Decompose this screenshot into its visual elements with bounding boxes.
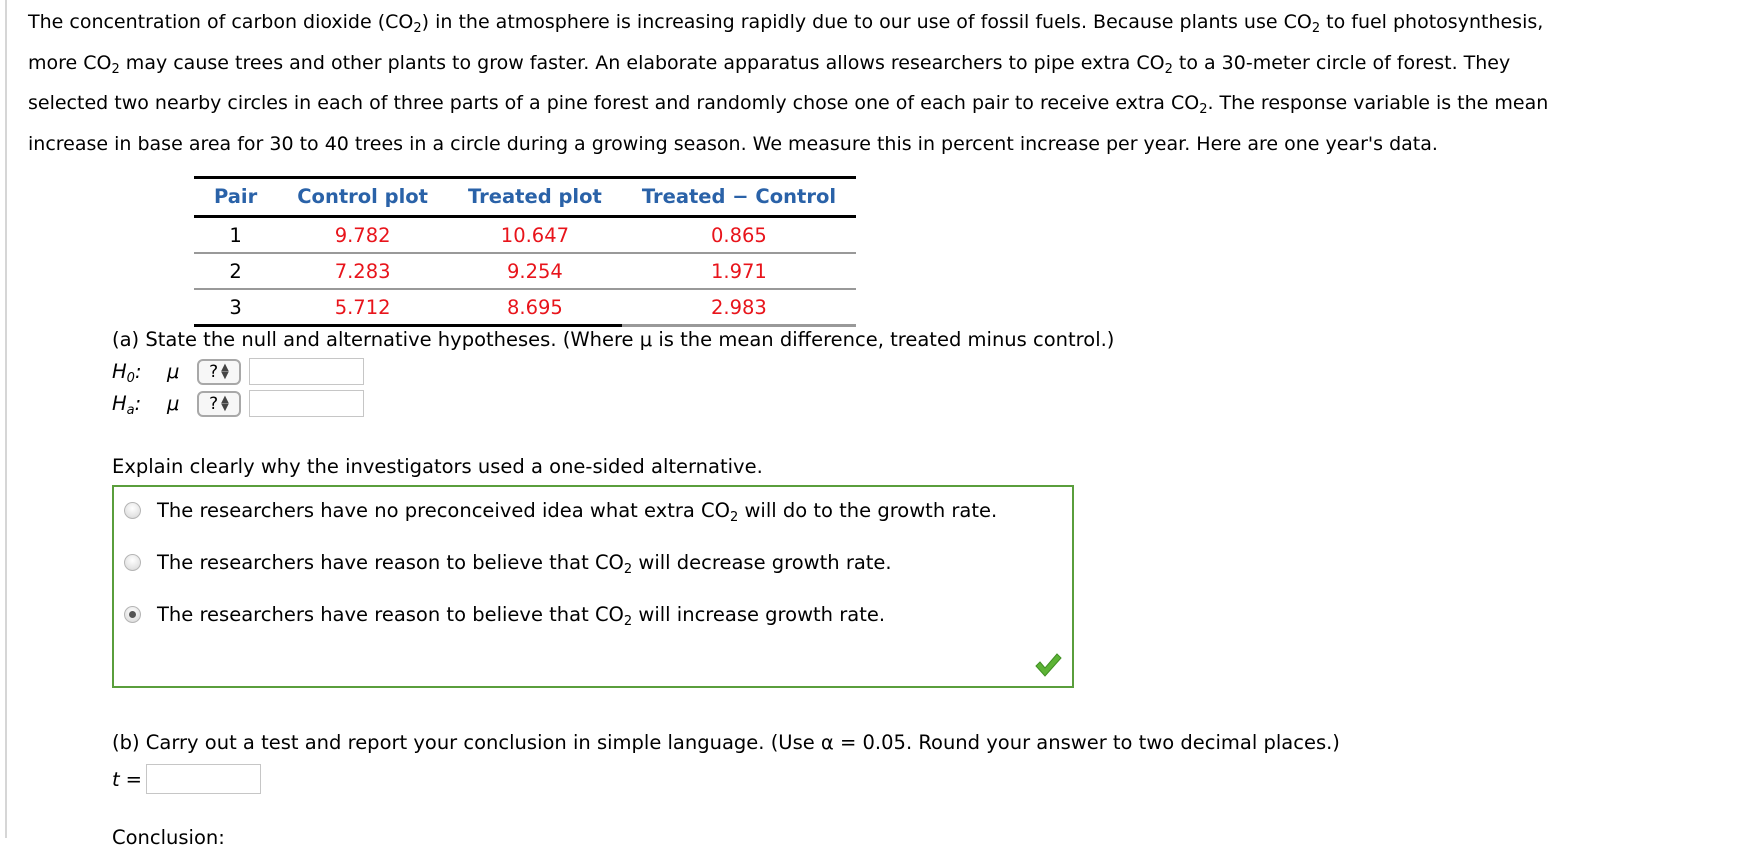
radio-button[interactable] (124, 502, 141, 519)
cell-pair: 3 (194, 289, 278, 327)
intro-line-2: more CO2 may cause trees and other plant… (28, 51, 1511, 77)
problem-intro: The concentration of carbon dioxide (CO2… (28, 2, 1728, 164)
h0-operator-select[interactable]: ? ▲ ▼ (197, 358, 241, 385)
updown-arrows-icon: ▲ ▼ (221, 393, 229, 413)
table-row: 1 9.782 10.647 0.865 (194, 217, 857, 253)
answer-choices-box: The researchers have no preconceived ide… (112, 485, 1074, 688)
intro-line-4: increase in base area for 30 to 40 trees… (28, 132, 1438, 155)
cell-diff: 2.983 (621, 289, 857, 327)
radio-button-selected[interactable] (124, 606, 141, 623)
h0-value-input[interactable] (249, 358, 364, 385)
updown-arrows-icon: ▲ ▼ (221, 361, 229, 381)
header-treated-plot: Treated plot (468, 184, 602, 208)
cell-pair: 2 (229, 259, 242, 283)
intro-line-1: The concentration of carbon dioxide (CO2… (28, 11, 1544, 36)
cell-control: 5.712 (277, 289, 448, 327)
choice-no-preconceived-idea[interactable]: The researchers have no preconceived ide… (124, 499, 998, 525)
cell-diff: 0.865 (711, 223, 767, 247)
cell-treated: 10.647 (500, 223, 570, 247)
part-b-prompt: (b) Carry out a test and report your con… (112, 731, 1340, 754)
h0-label: H0: (112, 360, 142, 386)
choice-decrease-growth[interactable]: The researchers have reason to believe t… (124, 551, 892, 577)
left-border (5, 0, 7, 838)
equals-sign: = (125, 767, 142, 791)
choice-text: The researchers have no preconceived ide… (157, 499, 998, 525)
null-hypothesis-row: H0: μ ? ▲ ▼ (112, 358, 364, 385)
radio-button[interactable] (124, 554, 141, 571)
cell-control: 9.782 (334, 223, 391, 247)
header-control-plot: Control plot (297, 184, 428, 208)
choice-text: The researchers have reason to believe t… (157, 603, 886, 629)
mu-symbol: μ (167, 392, 180, 415)
choice-increase-growth[interactable]: The researchers have reason to believe t… (124, 603, 886, 629)
select-value: ? (209, 393, 219, 414)
explain-prompt: Explain clearly why the investigators us… (112, 455, 763, 478)
cell-treated: 8.695 (448, 289, 622, 327)
t-statistic-input[interactable] (146, 764, 261, 794)
ha-operator-select[interactable]: ? ▲ ▼ (197, 390, 241, 417)
cell-treated: 9.254 (507, 259, 563, 283)
table-row: 3 5.712 8.695 2.983 (194, 289, 857, 327)
select-value: ? (209, 361, 219, 382)
t-statistic-row: t = (112, 764, 261, 794)
cell-pair: 1 (229, 223, 242, 247)
table-header-row: Pair Control plot Treated plot Treated −… (194, 177, 857, 217)
ha-value-input[interactable] (249, 390, 364, 417)
t-label: t (112, 767, 120, 791)
data-table: Pair Control plot Treated plot Treated −… (194, 176, 857, 327)
header-pair: Pair (214, 184, 258, 208)
alternative-hypothesis-row: Ha: μ ? ▲ ▼ (112, 390, 364, 417)
mu-symbol: μ (167, 360, 180, 383)
cell-diff: 1.971 (711, 259, 767, 283)
part-a-prompt: (a) State the null and alternative hypot… (112, 328, 1115, 351)
header-difference: Treated − Control (641, 184, 837, 208)
table-row: 2 7.283 9.254 1.971 (194, 253, 857, 289)
checkmark-icon (1035, 653, 1062, 677)
intro-line-3: selected two nearby circles in each of t… (28, 92, 1549, 117)
cell-control: 7.283 (334, 259, 391, 283)
ha-label: Ha: (112, 392, 142, 418)
choice-text: The researchers have reason to believe t… (157, 551, 892, 577)
